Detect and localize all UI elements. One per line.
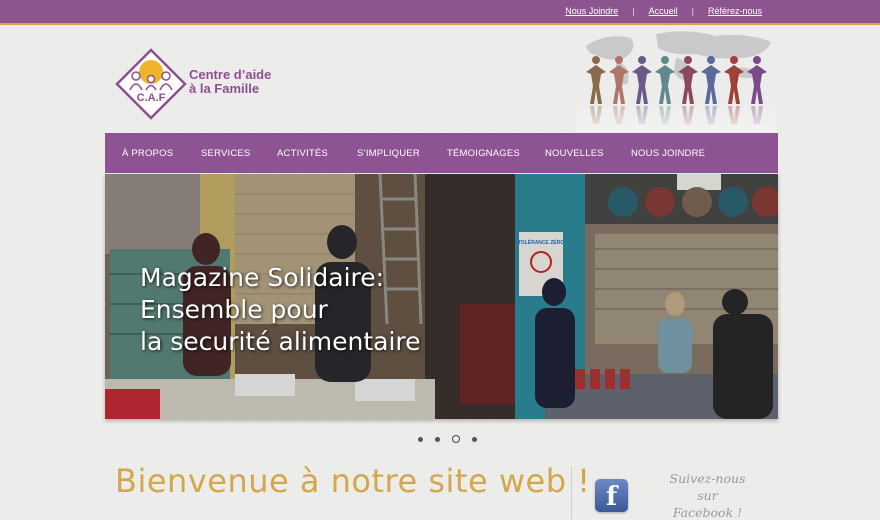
nav-item-a-propos[interactable]: À PROPOS (122, 148, 173, 159)
caption-line-2: Ensemble pour (140, 295, 328, 324)
divider (571, 466, 572, 520)
follow-line-1: Suivez-nous (669, 471, 746, 486)
site-logo[interactable]: C.A.F Centre d’aide à la Famille (115, 48, 295, 120)
logo-emblem: C.A.F (115, 48, 187, 120)
caption-line-1: Magazine Solidaire: (140, 263, 385, 292)
top-link-referez-nous[interactable]: Référez-nous (708, 6, 762, 16)
caption-line-3: la securité alimentaire (140, 327, 421, 356)
top-link-nous-joindre[interactable]: Nous Joindre (565, 6, 618, 16)
top-links: Nous Joindre | Accueil | Référez-nous (565, 6, 762, 16)
nav-item-activites[interactable]: ACTIVITÉS (277, 148, 328, 159)
slider-caption: Magazine Solidaire: Ensemble pour la sec… (140, 262, 421, 358)
follow-line-3: Facebook ! (672, 505, 743, 520)
logo-letters: C.A.F (137, 92, 166, 104)
nav-item-nous-joindre[interactable]: NOUS JOINDRE (631, 148, 705, 159)
separator: | (691, 6, 694, 16)
logo-line-1: Centre d’aide (189, 67, 272, 82)
hero-slider[interactable]: TOLÉRANCE ZÉRO Magazine Solidaire: Ensem… (105, 174, 778, 419)
separator: | (632, 6, 635, 16)
welcome-title: Bienvenue à notre site web ! (115, 462, 591, 500)
facebook-icon[interactable]: f (595, 479, 628, 512)
facebook-letter: f (606, 482, 618, 512)
slider-dot-2[interactable] (435, 436, 440, 442)
slider-dots (418, 435, 477, 443)
nav-item-temoignages[interactable]: TÉMOIGNAGES (447, 148, 520, 159)
nav-item-nouvelles[interactable]: NOUVELLES (545, 148, 604, 159)
main-nav: À PROPOS SERVICES ACTIVITÉS S’IMPLIQUER … (105, 133, 778, 173)
slider-dot-4[interactable] (472, 436, 477, 442)
nav-item-services[interactable]: SERVICES (201, 148, 250, 159)
logo-line-2: à la Famille (189, 81, 260, 96)
nav-item-s-impliquer[interactable]: S’IMPLIQUER (357, 148, 420, 159)
world-people-graphic (576, 28, 776, 132)
top-bar: Nous Joindre | Accueil | Référez-nous (0, 0, 880, 25)
slider-dot-3-active[interactable] (452, 435, 460, 443)
logo-text: Centre d’aide à la Famille (189, 68, 271, 96)
slider-dot-1[interactable] (418, 436, 423, 442)
top-link-accueil[interactable]: Accueil (649, 6, 678, 16)
follow-line-2: sur (697, 488, 718, 503)
follow-facebook-link[interactable]: Suivez-nous sur Facebook ! (660, 470, 755, 520)
